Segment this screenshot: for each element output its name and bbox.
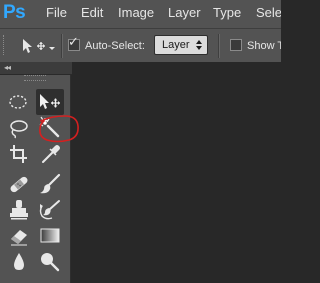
menu-select[interactable]: Selec [256,5,281,21]
tools-panel [0,75,71,283]
document-canvas-area[interactable] [72,62,281,283]
blur-tool[interactable] [5,249,33,275]
magic-wand-tool[interactable] [36,115,64,141]
tool-preset-picker[interactable] [20,36,56,56]
options-separator [218,34,220,58]
tools-panel-header: ◂◂ [0,62,72,75]
options-bar: ✓ Auto-Select: Layer Show T [0,28,281,62]
gradient-tool[interactable] [36,223,64,249]
auto-select-target-dropdown[interactable]: Layer [154,35,208,55]
menu-file[interactable]: File [46,5,67,21]
auto-select-target-value: Layer [162,39,190,51]
eraser-icon [11,230,27,246]
history-brush-tool[interactable] [36,197,64,223]
eyedropper-icon [42,145,60,163]
eraser-tool[interactable] [5,223,33,249]
crop-icon [10,145,27,163]
dodge-icon [41,253,60,272]
menu-layer[interactable]: Layer [168,5,201,21]
photoshop-window: Ps File Edit Image Layer Type Selec ✓ Au… [0,0,281,283]
options-bar-grip[interactable] [3,35,6,55]
lasso-icon [10,120,28,139]
updown-arrows-icon [196,40,202,50]
move-tool[interactable] [36,89,64,115]
dodge-tool[interactable] [36,249,64,275]
bandage-icon [10,176,28,193]
collapse-panel-icon[interactable]: ◂◂ [4,62,11,73]
show-transform-label: Show T [247,40,281,52]
brush-icon [40,173,61,194]
spot-healing-brush-tool[interactable] [5,171,33,197]
elliptical-marquee-tool[interactable] [5,89,33,115]
auto-select-label: Auto-Select: [85,40,145,52]
gradient-icon [40,228,60,243]
clone-stamp-tool[interactable] [5,197,33,223]
menu-bar: Ps File Edit Image Layer Type Selec [0,0,281,28]
crop-tool[interactable] [5,141,33,167]
menu-type[interactable]: Type [213,5,241,21]
auto-select-checkbox[interactable]: ✓ [68,35,80,51]
eyedropper-tool[interactable] [36,141,64,167]
brush-tool[interactable] [36,171,64,197]
move-arrow-icon [40,94,60,109]
menu-image[interactable]: Image [118,5,154,21]
water-drop-icon [14,253,24,270]
history-brush-icon [39,200,60,220]
tools-panel-grip[interactable] [24,75,46,81]
show-transform-checkbox[interactable] [230,39,242,51]
stamp-icon [10,200,28,220]
lasso-tool[interactable] [5,115,33,141]
menu-edit[interactable]: Edit [81,5,103,21]
elliptical-marquee-icon [9,95,27,109]
move-tool-icon [23,39,55,53]
photoshop-logo: Ps [3,2,31,24]
magic-wand-icon [39,116,60,138]
options-separator [61,34,63,58]
checkmark-icon: ✓ [68,35,79,50]
